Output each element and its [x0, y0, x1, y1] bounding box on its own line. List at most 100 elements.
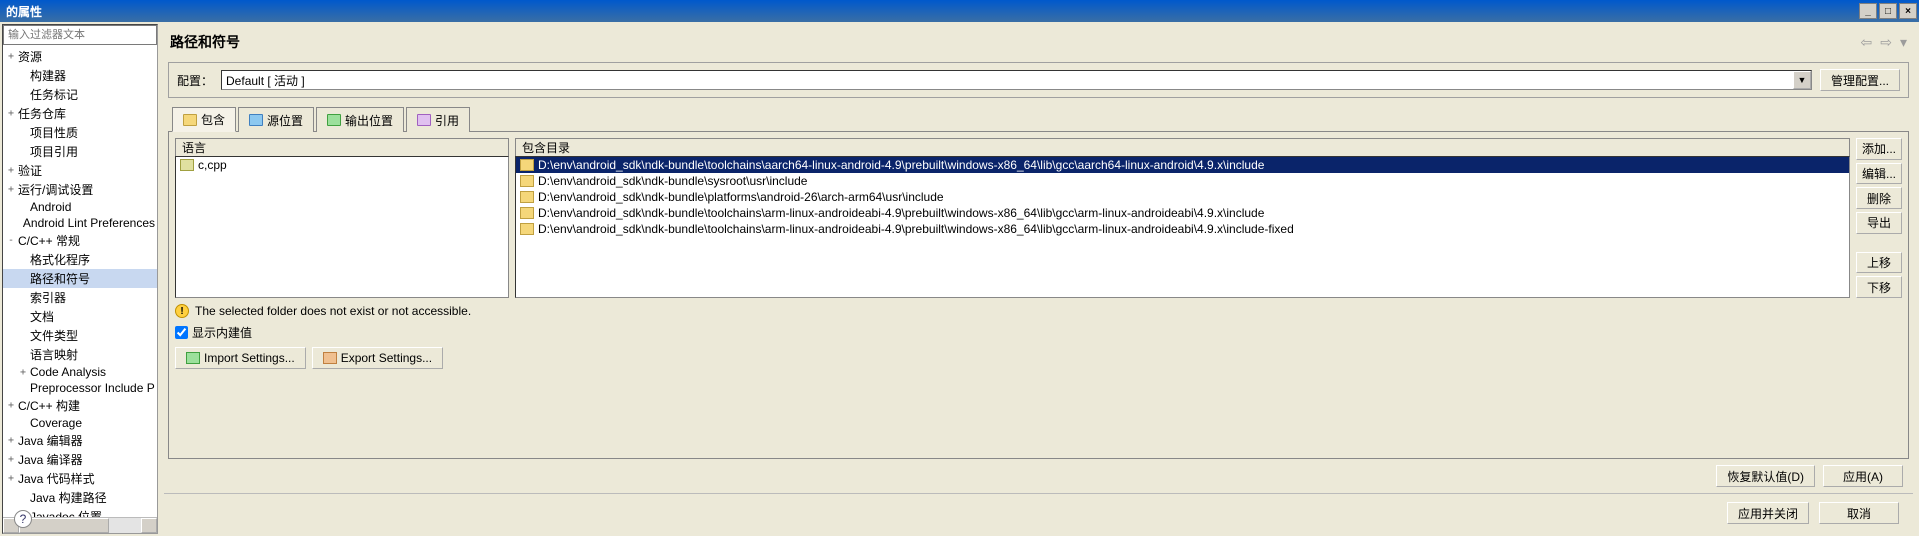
expand-icon[interactable]: + [17, 367, 29, 378]
edit-button[interactable]: 编辑... [1856, 163, 1902, 185]
export-button[interactable]: 导出 [1856, 212, 1902, 234]
expand-icon[interactable]: + [5, 454, 17, 465]
tab[interactable]: 包含 [172, 107, 236, 132]
list-item[interactable]: D:\env\android_sdk\ndk-bundle\toolchains… [516, 205, 1849, 221]
delete-button[interactable]: 删除 [1856, 187, 1902, 209]
config-select[interactable]: Default [ 活动 ] ▼ [221, 70, 1812, 90]
tree-item[interactable]: +资源 [3, 47, 157, 66]
tab[interactable]: 源位置 [238, 107, 314, 132]
expand-icon[interactable]: - [5, 235, 17, 246]
tree-label: 资源 [17, 48, 42, 65]
expand-icon[interactable]: + [5, 165, 17, 176]
tree-item[interactable]: 文件类型 [3, 326, 157, 345]
tree-item[interactable]: 任务标记 [3, 85, 157, 104]
tree-item[interactable]: +C/C++ 构建 [3, 396, 157, 415]
list-item[interactable]: D:\env\android_sdk\ndk-bundle\toolchains… [516, 221, 1849, 237]
page-title: 路径和符号 [170, 32, 240, 52]
tree-label: Java 编辑器 [17, 432, 83, 449]
lang-label: c,cpp [198, 158, 227, 172]
tab-icon [417, 114, 431, 126]
help-icon[interactable]: ? [14, 510, 32, 528]
tree-item[interactable]: +任务仓库 [3, 104, 157, 123]
config-value: Default [ 活动 ] [226, 72, 305, 89]
warning-text: The selected folder does not exist or no… [195, 304, 471, 318]
tree-item[interactable]: 项目性质 [3, 123, 157, 142]
move-up-button[interactable]: 上移 [1856, 252, 1902, 274]
show-builtin-input[interactable] [175, 326, 188, 339]
tree-item[interactable]: 文档 [3, 307, 157, 326]
tree-item[interactable]: +Java 编译器 [3, 450, 157, 469]
tree-label: Java 编译器 [17, 451, 83, 468]
close-button[interactable]: × [1899, 3, 1917, 19]
apply-button[interactable]: 应用(A) [1823, 465, 1903, 487]
include-dirs-list[interactable]: D:\env\android_sdk\ndk-bundle\toolchains… [515, 156, 1850, 298]
tree-item[interactable]: -C/C++ 常规 [3, 231, 157, 250]
list-item[interactable]: D:\env\android_sdk\ndk-bundle\toolchains… [516, 157, 1849, 173]
manage-config-button[interactable]: 管理配置... [1820, 69, 1900, 91]
window-title: 的属性 [6, 3, 1857, 20]
tree-item[interactable]: Android Lint Preferences [3, 215, 157, 231]
chevron-down-icon[interactable]: ▼ [1793, 71, 1811, 89]
tree-item[interactable]: +运行/调试设置 [3, 180, 157, 199]
tree-item[interactable]: 语言映射 [3, 345, 157, 364]
show-builtin-checkbox[interactable]: 显示内建值 [175, 324, 1902, 341]
tree-item[interactable]: Java 构建路径 [3, 488, 157, 507]
list-item[interactable]: D:\env\android_sdk\ndk-bundle\platforms\… [516, 189, 1849, 205]
language-list[interactable]: c,cpp [175, 156, 509, 298]
dir-path: D:\env\android_sdk\ndk-bundle\toolchains… [538, 158, 1264, 172]
tab-bar: 包含源位置 输出位置 引用 [168, 106, 1909, 132]
tree-item[interactable]: 构建器 [3, 66, 157, 85]
sidebar: +资源构建器任务标记+任务仓库项目性质项目引用+验证+运行/调试设置Androi… [2, 24, 158, 534]
tree-label: 语言映射 [29, 346, 78, 363]
tree-item[interactable]: +验证 [3, 161, 157, 180]
nav-fwd-icon[interactable]: ⇨ [1880, 34, 1892, 51]
tab[interactable]: 引用 [406, 107, 470, 132]
nav-menu-icon[interactable]: ▾ [1900, 34, 1907, 51]
dir-path: D:\env\android_sdk\ndk-bundle\toolchains… [538, 206, 1264, 220]
filter-input[interactable] [3, 25, 157, 45]
minimize-button[interactable]: _ [1859, 3, 1877, 19]
add-button[interactable]: 添加... [1856, 138, 1902, 160]
import-settings-button[interactable]: Import Settings... [175, 347, 306, 369]
tab-icon [183, 114, 197, 126]
apply-close-button[interactable]: 应用并关闭 [1727, 502, 1809, 524]
export-settings-button[interactable]: Export Settings... [312, 347, 443, 369]
tab-label: 输出位置 [345, 112, 393, 129]
tree-item[interactable]: +Code Analysis [3, 364, 157, 380]
tree-label: 项目引用 [29, 143, 78, 160]
show-builtin-label: 显示内建值 [192, 324, 252, 341]
tree-item[interactable]: +Java 编辑器 [3, 431, 157, 450]
tree-item[interactable]: Preprocessor Include P [3, 380, 157, 396]
expand-icon[interactable]: + [5, 435, 17, 446]
list-item[interactable]: D:\env\android_sdk\ndk-bundle\sysroot\us… [516, 173, 1849, 189]
tree-item[interactable]: 索引器 [3, 288, 157, 307]
folder-icon [520, 159, 534, 171]
expand-icon[interactable]: + [5, 184, 17, 195]
nav-back-icon[interactable]: ⇦ [1861, 34, 1873, 51]
expand-icon[interactable]: + [5, 400, 17, 411]
export-icon [323, 352, 337, 364]
tree-item[interactable]: 项目引用 [3, 142, 157, 161]
expand-icon[interactable]: + [5, 473, 17, 484]
tree-item[interactable]: Android [3, 199, 157, 215]
expand-icon[interactable]: + [5, 108, 17, 119]
tree-item[interactable]: 格式化程序 [3, 250, 157, 269]
tab[interactable]: 输出位置 [316, 107, 404, 132]
category-tree[interactable]: +资源构建器任务标记+任务仓库项目性质项目引用+验证+运行/调试设置Androi… [3, 45, 157, 517]
expand-icon[interactable]: + [5, 51, 17, 62]
tree-item[interactable]: +Java 代码样式 [3, 469, 157, 488]
tree-item[interactable]: Coverage [3, 415, 157, 431]
warning-icon: ! [175, 304, 189, 318]
tree-label: C/C++ 常规 [17, 232, 80, 249]
maximize-button[interactable]: □ [1879, 3, 1897, 19]
tree-item[interactable]: 路径和符号 [3, 269, 157, 288]
tab-label: 包含 [201, 111, 225, 128]
c-file-icon [180, 159, 194, 171]
tree-label: 路径和符号 [29, 270, 90, 287]
cancel-button[interactable]: 取消 [1819, 502, 1899, 524]
restore-defaults-button[interactable]: 恢复默认值(D) [1716, 465, 1815, 487]
tab-label: 引用 [435, 112, 459, 129]
move-down-button[interactable]: 下移 [1856, 276, 1902, 298]
list-item[interactable]: c,cpp [176, 157, 508, 173]
import-icon [186, 352, 200, 364]
